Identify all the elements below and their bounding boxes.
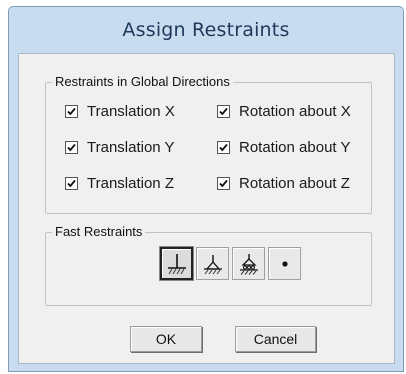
- roller-support-button[interactable]: [232, 247, 265, 280]
- checkbox-rotation-y[interactable]: Rotation about Y: [217, 139, 350, 156]
- pinned-support-button[interactable]: [196, 247, 229, 280]
- checkbox-translation-z[interactable]: Translation Z: [65, 175, 174, 192]
- check-icon: [217, 141, 230, 154]
- free-point-icon: [281, 260, 288, 267]
- fixed-support-icon: [167, 253, 186, 274]
- checkbox-label: Translation Y: [87, 139, 175, 156]
- fast-restraints-legend: Fast Restraints: [52, 224, 146, 239]
- checkbox-label: Translation X: [87, 103, 175, 120]
- checkbox-label: Translation Z: [87, 175, 174, 192]
- checkbox-translation-y[interactable]: Translation Y: [65, 139, 175, 156]
- free-point-button[interactable]: [268, 247, 301, 280]
- checkbox-label: Rotation about Z: [239, 175, 350, 192]
- check-icon: [65, 177, 78, 190]
- checkbox-label: Rotation about X: [239, 103, 351, 120]
- checkbox-translation-x[interactable]: Translation X: [65, 103, 175, 120]
- cancel-button[interactable]: Cancel: [235, 326, 316, 352]
- checkbox-label: Rotation about Y: [239, 139, 351, 156]
- title-bar[interactable]: Assign Restraints: [9, 7, 403, 53]
- checkbox-rotation-x[interactable]: Rotation about X: [217, 103, 351, 120]
- pinned-support-icon: [203, 254, 222, 274]
- restraints-group: Restraints in Global Directions Translat…: [45, 74, 372, 214]
- assign-restraints-dialog: Assign Restraints Restraints in Global D…: [8, 6, 404, 372]
- check-icon: [217, 177, 230, 190]
- check-icon: [65, 141, 78, 154]
- ok-button[interactable]: OK: [130, 326, 202, 352]
- check-icon: [217, 105, 230, 118]
- dialog-body: Restraints in Global Directions Translat…: [18, 53, 395, 364]
- dialog-title: Assign Restraints: [122, 19, 290, 41]
- roller-support-icon: [239, 253, 258, 275]
- checkbox-rotation-z[interactable]: Rotation about Z: [217, 175, 350, 192]
- fast-restraints-group: Fast Restraints: [45, 224, 372, 306]
- fixed-support-button[interactable]: [160, 247, 193, 280]
- restraints-legend: Restraints in Global Directions: [52, 74, 233, 89]
- fast-restraints-toolbar: [160, 247, 301, 280]
- check-icon: [65, 105, 78, 118]
